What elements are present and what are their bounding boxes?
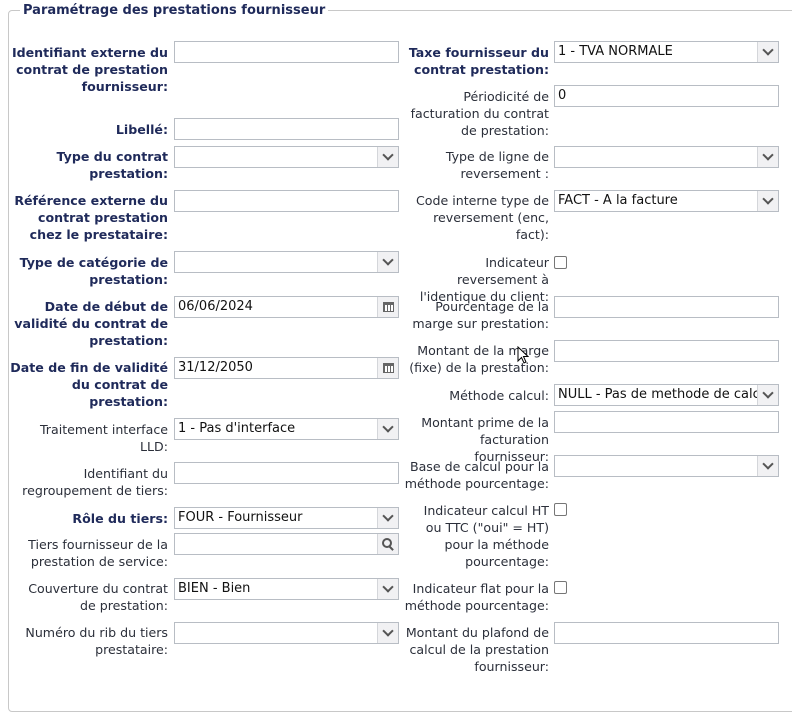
chevron-down-icon[interactable] [757, 456, 778, 476]
chevron-down-icon[interactable] [377, 508, 398, 528]
periodicite-input[interactable]: 0 [554, 85, 779, 107]
code-interne-select[interactable]: FACT - A la facture [554, 190, 779, 212]
indicateur-reversement-checkbox[interactable] [554, 256, 567, 269]
type-contrat-select[interactable] [174, 146, 399, 168]
label-code-interne: Code interne type de reversement (enc, f… [416, 193, 549, 242]
label-role-tiers: Rôle du tiers: [72, 511, 168, 526]
calendar-icon[interactable] [377, 297, 398, 317]
taxe-fournisseur-value: 1 - TVA NORMALE [558, 44, 673, 59]
label-indicateur-flat: Indicateur flat pour la méthode pourcent… [404, 581, 549, 613]
traitement-interface-value: 1 - Pas d'interface [178, 421, 296, 436]
code-interne-value: FACT - A la facture [558, 193, 678, 208]
date-debut-input[interactable]: 06/06/2024 [174, 296, 399, 318]
chevron-down-icon[interactable] [377, 147, 398, 167]
reference-externe-input[interactable] [174, 190, 399, 212]
montant-marge-input[interactable] [554, 340, 779, 362]
montant-plafond-input[interactable] [554, 622, 779, 644]
label-type-contrat: Type du contrat prestation: [56, 149, 168, 181]
role-tiers-value: FOUR - Fournisseur [178, 510, 303, 525]
type-categorie-select[interactable] [174, 251, 399, 273]
identifiant-externe-input[interactable] [174, 41, 399, 63]
tiers-fournisseur-input[interactable] [174, 533, 399, 555]
taxe-fournisseur-select[interactable]: 1 - TVA NORMALE [554, 41, 779, 63]
label-couverture: Couverture du contrat de prestation: [28, 581, 168, 613]
mouse-cursor-icon [517, 346, 529, 364]
calendar-icon[interactable] [377, 358, 398, 378]
label-libelle: Libellé: [115, 122, 168, 137]
traitement-interface-select[interactable]: 1 - Pas d'interface [174, 418, 399, 440]
pourcentage-marge-input[interactable] [554, 296, 779, 318]
type-ligne-select[interactable] [554, 146, 779, 168]
date-debut-value: 06/06/2024 [178, 299, 253, 314]
chevron-down-icon[interactable] [757, 385, 778, 405]
label-numero-rib: Numéro du rib du tiers prestataire: [25, 625, 168, 657]
label-type-ligne: Type de ligne de reversement : [445, 149, 549, 181]
label-montant-plafond: Montant du plafond de calcul de la prest… [405, 625, 549, 674]
label-tiers-fournisseur: Tiers fournisseur de la prestation de se… [28, 537, 168, 569]
label-identifiant-regroupement: Identifiant du regroupement de tiers: [22, 466, 168, 498]
chevron-down-icon[interactable] [757, 191, 778, 211]
search-icon[interactable] [377, 534, 398, 554]
label-base-calcul: Base de calcul pour la méthode pourcenta… [404, 459, 549, 491]
methode-calcul-select[interactable]: NULL - Pas de methode de calcul [554, 384, 779, 406]
label-taxe-fournisseur: Taxe fournisseur du contrat prestation: [408, 45, 549, 77]
date-fin-value: 31/12/2050 [178, 360, 253, 375]
label-indicateur-ht-ttc: Indicateur calcul HT ou TTC ("oui" = HT)… [423, 503, 549, 569]
methode-calcul-value: NULL - Pas de methode de calcul [558, 387, 772, 402]
fieldset-legend: Paramétrage des prestations fournisseur [20, 2, 329, 20]
chevron-down-icon[interactable] [377, 252, 398, 272]
montant-prime-input[interactable] [554, 411, 779, 433]
label-reference-externe: Référence externe du contrat prestation … [14, 193, 168, 242]
label-date-fin: Date de fin de validité du contrat de pr… [10, 360, 168, 409]
numero-rib-select[interactable] [174, 622, 399, 644]
couverture-value: BIEN - Bien [178, 581, 251, 596]
chevron-down-icon[interactable] [377, 623, 398, 643]
label-pourcentage-marge: Pourcentage de la marge sur prestation: [412, 299, 549, 331]
role-tiers-select[interactable]: FOUR - Fournisseur [174, 507, 399, 529]
indicateur-ht-ttc-checkbox[interactable] [554, 503, 567, 516]
libelle-input[interactable] [174, 118, 399, 140]
chevron-down-icon[interactable] [377, 579, 398, 599]
identifiant-regroupement-input[interactable] [174, 462, 399, 484]
chevron-down-icon[interactable] [757, 147, 778, 167]
indicateur-flat-checkbox[interactable] [554, 581, 567, 594]
label-identifiant-externe: Identifiant externe du contrat de presta… [11, 45, 168, 94]
label-type-categorie: Type de catégorie de prestation: [19, 255, 168, 287]
label-methode-calcul: Méthode calcul: [449, 388, 549, 403]
base-calcul-select[interactable] [554, 455, 779, 477]
couverture-select[interactable]: BIEN - Bien [174, 578, 399, 600]
chevron-down-icon[interactable] [757, 42, 778, 62]
chevron-down-icon[interactable] [377, 419, 398, 439]
label-date-debut: Date de début de validité du contrat de … [14, 299, 168, 348]
date-fin-input[interactable]: 31/12/2050 [174, 357, 399, 379]
label-traitement-interface: Traitement interface LLD: [39, 422, 168, 454]
label-periodicite: Périodicité de facturation du contrat de… [410, 89, 549, 138]
